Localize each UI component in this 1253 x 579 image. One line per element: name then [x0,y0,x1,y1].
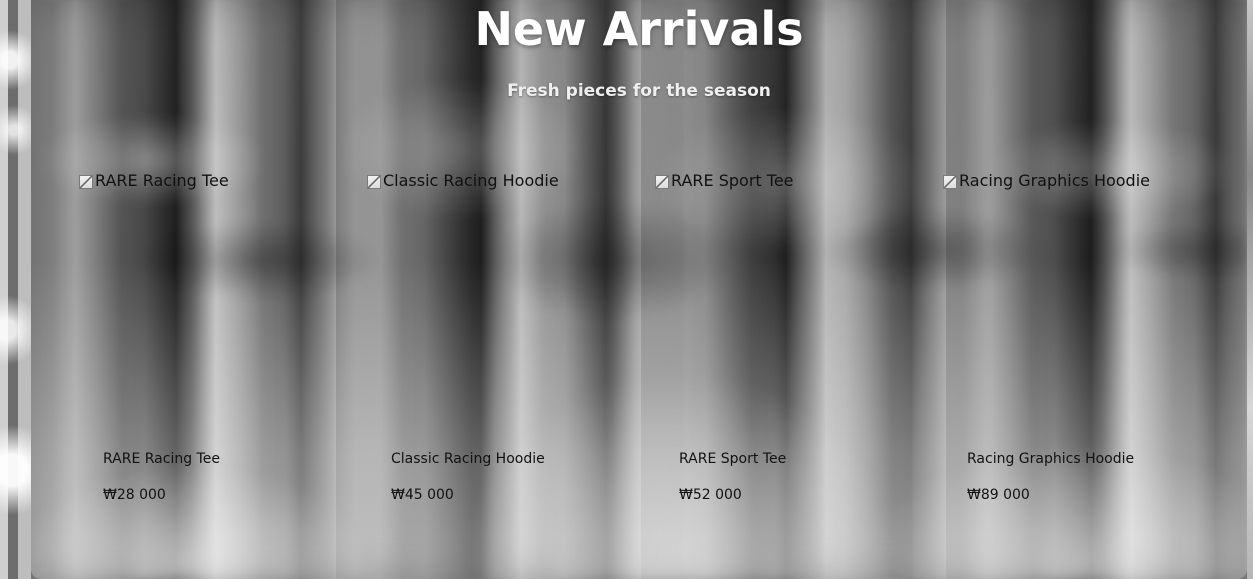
product-name[interactable]: Classic Racing Hoodie [391,450,545,468]
product-image[interactable]: RARE Sport Tee [655,170,794,192]
product-price: ₩28 000 [103,487,166,503]
page-title: New Arrivals [474,2,804,56]
new-arrivals-section: New Arrivals Fresh pieces for the season… [31,0,1247,579]
product-image-alt: RARE Racing Tee [95,171,229,190]
product-grid: RARE Racing Tee RARE Racing Tee ₩28 000 … [79,170,1223,530]
broken-image-icon [367,175,381,189]
product-price: ₩52 000 [679,487,742,503]
right-background-strip [1247,0,1253,579]
broken-image-icon [655,175,669,189]
product-card[interactable]: RARE Racing Tee RARE Racing Tee ₩28 000 [79,170,319,530]
product-image[interactable]: Classic Racing Hoodie [367,170,559,192]
product-price: ₩89 000 [967,487,1030,503]
product-name[interactable]: RARE Racing Tee [103,450,220,468]
product-image[interactable]: Racing Graphics Hoodie [943,170,1150,192]
product-image[interactable]: RARE Racing Tee [79,170,229,192]
page-background: New Arrivals Fresh pieces for the season… [0,0,1253,579]
product-card[interactable]: RARE Sport Tee RARE Sport Tee ₩52 000 [655,170,895,530]
product-image-alt: Classic Racing Hoodie [383,171,559,190]
product-card[interactable]: Classic Racing Hoodie Classic Racing Hoo… [367,170,607,530]
product-name[interactable]: RARE Sport Tee [679,450,786,468]
section-content: New Arrivals Fresh pieces for the season… [31,0,1247,579]
product-image-alt: Racing Graphics Hoodie [959,171,1150,190]
page-subtitle: Fresh pieces for the season [507,81,771,101]
broken-image-icon [79,175,93,189]
product-card[interactable]: Racing Graphics Hoodie Racing Graphics H… [943,170,1183,530]
product-price: ₩45 000 [391,487,454,503]
product-name[interactable]: Racing Graphics Hoodie [967,450,1134,468]
product-image-alt: RARE Sport Tee [671,171,794,190]
broken-image-icon [943,175,957,189]
